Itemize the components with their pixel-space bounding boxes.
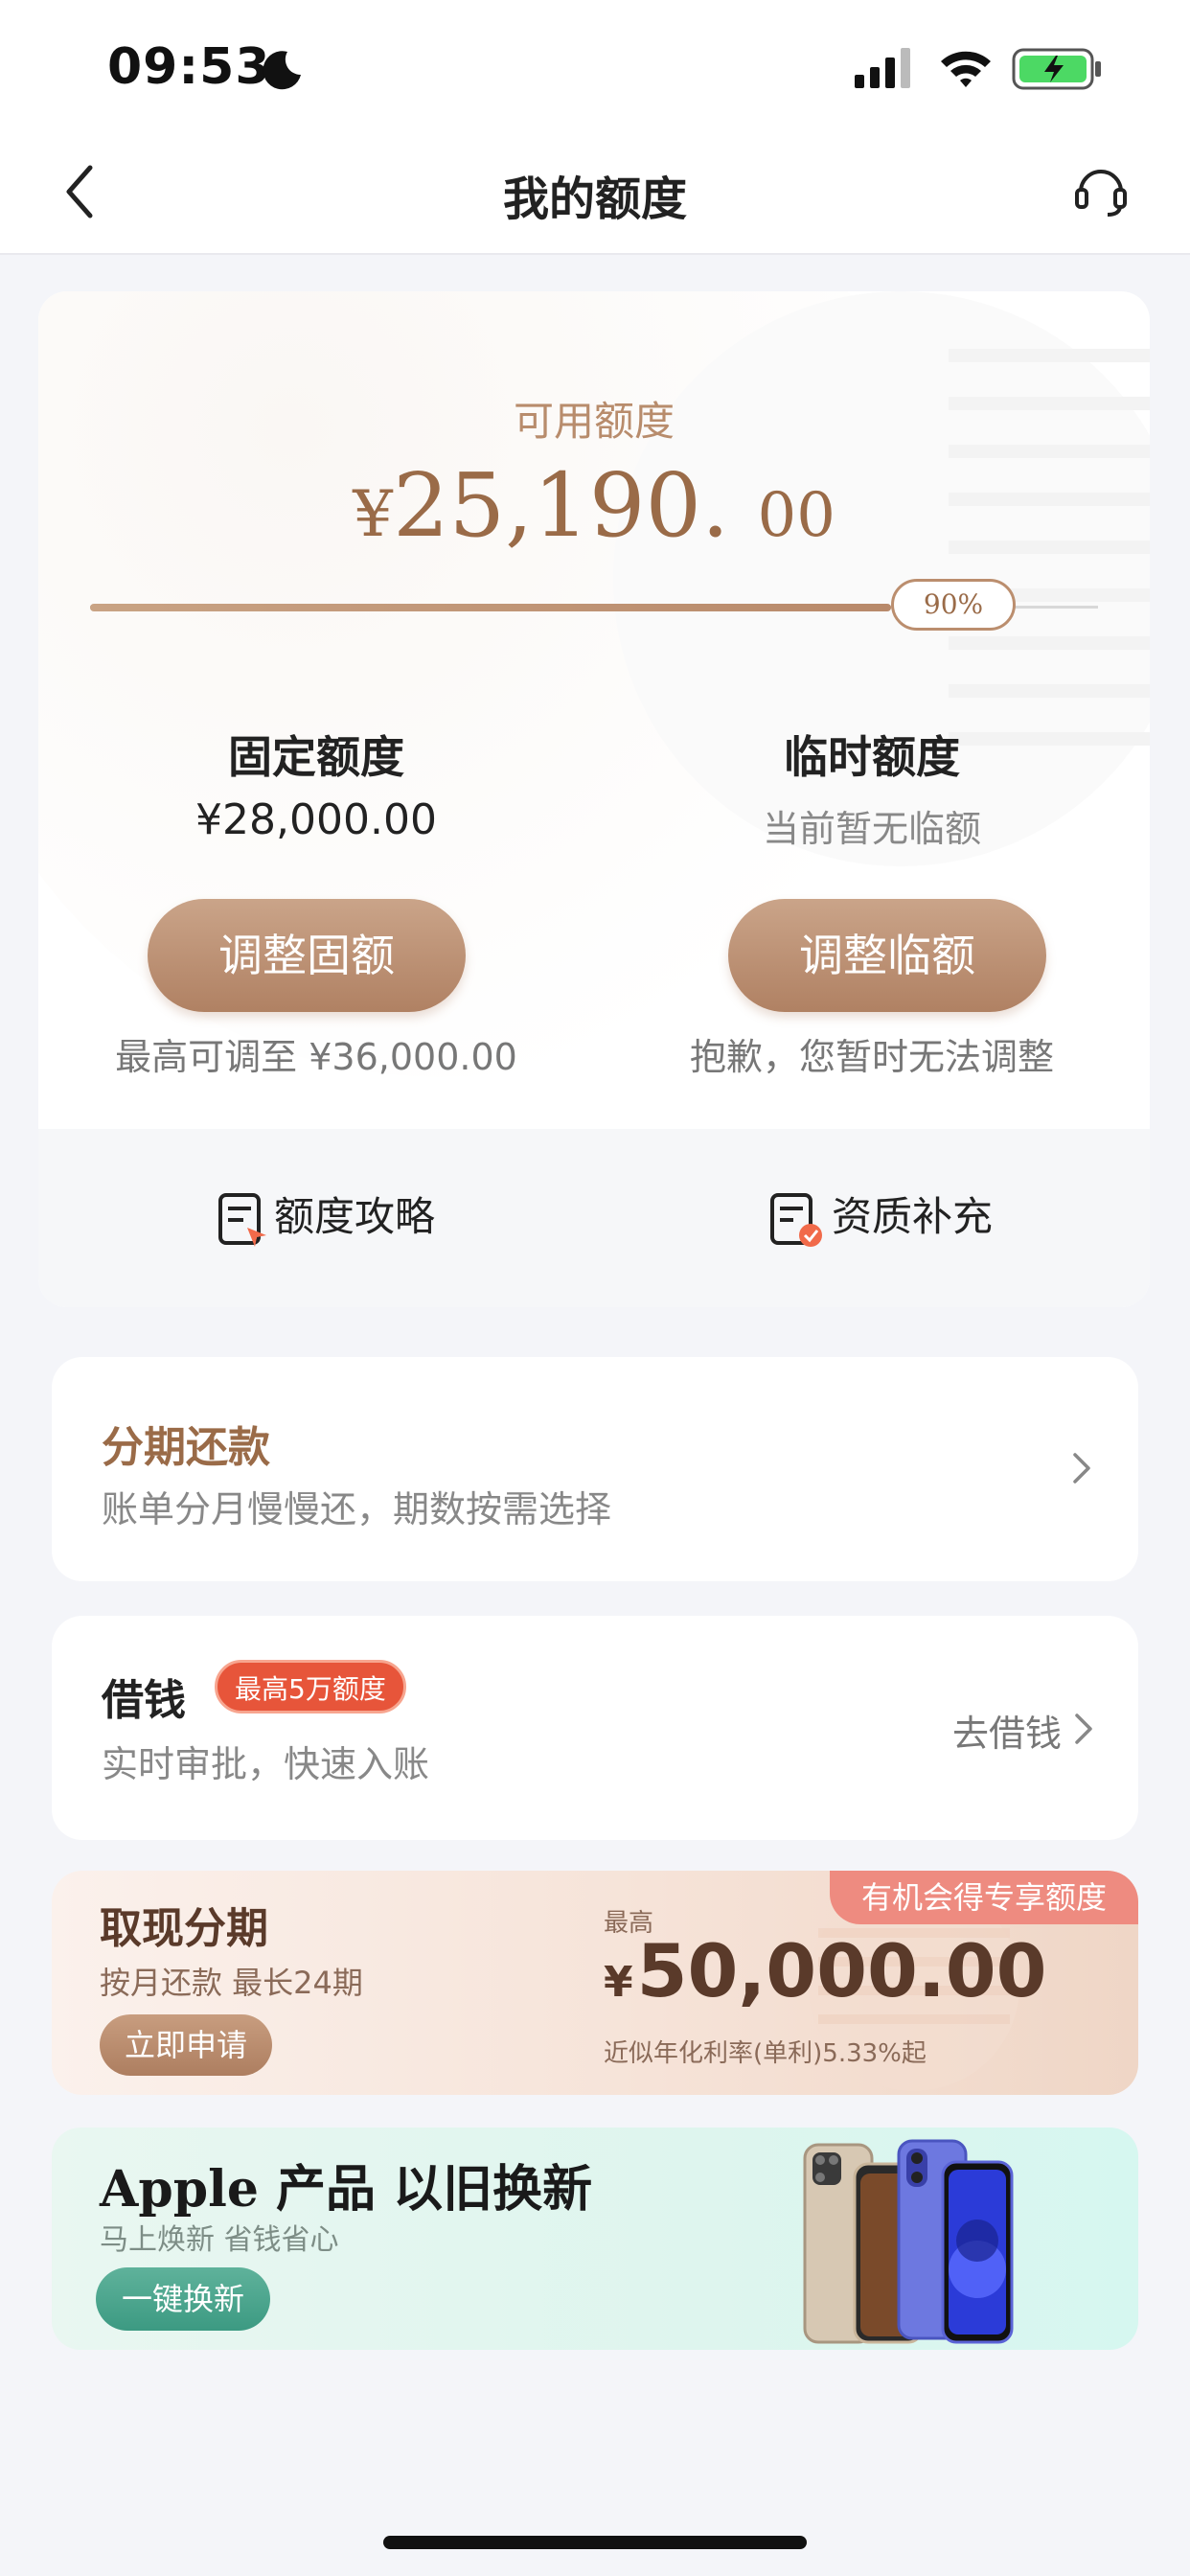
- battery-charging-icon: [1012, 48, 1101, 90]
- fixed-limit-note: 最高可调至 ¥36,000.00: [115, 1036, 517, 1078]
- cash-installment-banner[interactable]: 取现分期 按月还款 最长24期 立即申请 最高 ¥50,000.00 近似年化利…: [52, 1871, 1138, 2095]
- one-click-renew-button[interactable]: 一键换新: [96, 2267, 270, 2331]
- available-amount-cents: 00: [757, 480, 835, 551]
- qualification-supplement-link[interactable]: 资质补充: [767, 1186, 993, 1254]
- credit-card-footer: 额度攻略 资质补充: [38, 1129, 1150, 1307]
- borrow-subtitle: 实时审批，快速入账: [102, 1743, 430, 1785]
- chevron-right-icon: [1073, 1453, 1090, 1484]
- go-borrow-link[interactable]: 去借钱: [952, 1704, 1062, 1757]
- wifi-icon: [941, 51, 991, 87]
- installment-subtitle: 账单分月慢慢还，期数按需选择: [102, 1488, 612, 1530]
- progress-fill: [90, 604, 891, 611]
- progress-percent-badge: 90%: [891, 579, 1016, 631]
- cash-max-amount: ¥50,000.00: [604, 1928, 1047, 2013]
- temp-limit-title: 临时额度: [784, 731, 960, 783]
- installment-repayment-card[interactable]: 分期还款 账单分月慢慢还，期数按需选择: [52, 1357, 1138, 1581]
- home-indicator: [383, 2536, 807, 2549]
- cash-interest-rate: 近似年化利率(单利)5.33%起: [604, 2039, 927, 2068]
- cash-currency-symbol: ¥: [604, 1958, 633, 2007]
- available-amount-integer: 25,190.: [393, 454, 730, 557]
- available-credit-label: 可用额度: [513, 398, 675, 445]
- apple-trade-in-title: Apple 产品 以旧换新: [100, 2160, 593, 2219]
- cash-amount-value: 50,000.00: [636, 1928, 1047, 2013]
- available-credit-amount: ¥25,190. 00: [38, 454, 1150, 557]
- status-time: 09:53: [107, 38, 271, 96]
- currency-symbol: ¥: [353, 477, 394, 551]
- credit-limit-card: 可用额度 ¥25,190. 00 90% 固定额度 ¥28,000.00 调整固…: [38, 291, 1150, 1307]
- adjust-temp-limit-button[interactable]: 调整临额: [728, 899, 1046, 1012]
- credit-usage-progress: 90%: [90, 579, 1098, 636]
- supplement-doc-icon: [770, 1192, 822, 1247]
- installment-title: 分期还款: [102, 1423, 270, 1472]
- customer-service-icon[interactable]: [1071, 161, 1131, 220]
- apple-trade-in-subtitle: 马上焕新 省钱省心: [100, 2223, 339, 2257]
- signal-icon: [855, 48, 910, 88]
- temp-limit-value: 当前暂无临额: [762, 808, 981, 850]
- adjust-fixed-limit-button[interactable]: 调整固额: [148, 899, 466, 1012]
- iphone-product-image: [803, 2139, 1014, 2344]
- credit-strategy-link[interactable]: 额度攻略: [215, 1186, 435, 1254]
- apply-now-button[interactable]: 立即申请: [100, 2014, 272, 2076]
- cash-installment-subtitle: 按月还款 最长24期: [100, 1965, 363, 2001]
- page-title: 我的额度: [502, 172, 687, 226]
- borrow-limit-badge: 最高5万额度: [215, 1660, 406, 1714]
- chevron-right-icon: [1075, 1714, 1092, 1744]
- qualification-supplement-label: 资质补充: [832, 1193, 994, 1240]
- borrow-title: 借钱: [102, 1676, 186, 1725]
- exclusive-limit-tag: 有机会得专享额度: [830, 1871, 1138, 1924]
- fixed-limit-title: 固定额度: [228, 731, 404, 783]
- borrow-money-card[interactable]: 借钱 最高5万额度 实时审批，快速入账 去借钱: [52, 1616, 1138, 1840]
- temp-limit-note: 抱歉，您暂时无法调整: [689, 1036, 1054, 1078]
- moon-icon: [263, 51, 301, 90]
- cash-installment-title: 取现分期: [100, 1904, 268, 1953]
- credit-strategy-label: 额度攻略: [274, 1193, 436, 1240]
- strategy-doc-icon: [218, 1192, 266, 1247]
- fixed-limit-value: ¥28,000.00: [195, 795, 437, 844]
- apple-trade-in-banner[interactable]: Apple 产品 以旧换新 马上焕新 省钱省心 一键换新: [52, 2128, 1138, 2350]
